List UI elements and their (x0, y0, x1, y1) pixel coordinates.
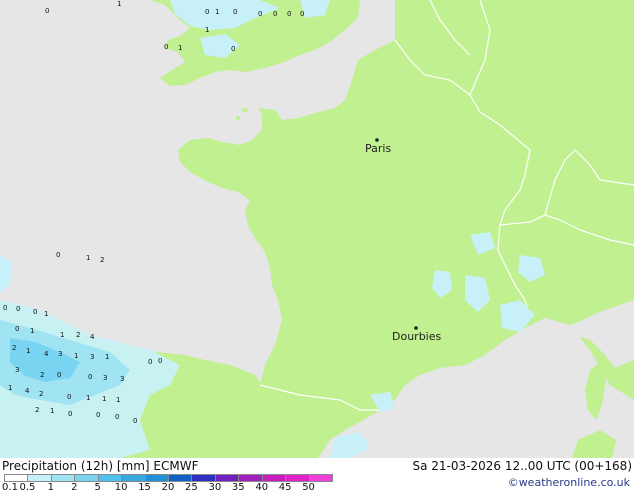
forecast-value: 1 (60, 331, 64, 339)
forecast-value: 4 (44, 350, 49, 358)
forecast-value: 1 (86, 254, 90, 262)
color-scale-swatch (261, 474, 287, 482)
forecast-value: 1 (44, 310, 48, 318)
forecast-value: 0 (287, 10, 291, 18)
forecast-value: 2 (12, 344, 16, 352)
forecast-value: 4 (25, 387, 30, 395)
color-scale-swatch (191, 474, 216, 482)
map-canvas: Paris Dourbies 010 1 0 0 0 0 010 1 01020 0 0 10 1 1 2 4… (0, 0, 634, 458)
color-scale-tick: 0.5 (19, 482, 36, 493)
forecast-value: 1 (215, 8, 219, 16)
legend-title: Precipitation (12h) [mm] ECMWF (2, 459, 199, 473)
color-scale-tick: 25 (185, 482, 198, 493)
color-scale-swatch (4, 474, 29, 482)
forecast-value: 2 (76, 331, 80, 339)
color-scale-swatch (50, 474, 76, 482)
forecast-value: 2 (40, 371, 44, 379)
forecast-value: 0 (233, 8, 237, 16)
color-scale-swatch (238, 474, 263, 482)
color-scale-swatch (285, 474, 310, 482)
forecast-value: 0 (133, 417, 137, 425)
forecast-value: 2 (35, 406, 39, 414)
forecast-value: 0 (164, 43, 168, 51)
color-scale-tick: 1 (47, 482, 55, 493)
forecast-value: 0 (258, 10, 262, 18)
forecast-value: 3 (120, 375, 124, 383)
color-scale-tick: 5 (94, 482, 101, 493)
forecast-value: 1 (74, 352, 78, 360)
forecast-value: 0 (45, 7, 49, 15)
forecast-value: 1 (86, 394, 90, 402)
forecast-value: 0 (158, 357, 162, 365)
forecast-value: 1 (116, 396, 120, 404)
forecast-value: 0 (115, 413, 119, 421)
forecast-value: 1 (30, 327, 34, 335)
svg-text:Paris: Paris (365, 142, 391, 155)
color-scale-swatch (144, 474, 169, 482)
forecast-value: 0 (16, 305, 20, 313)
precipitation-map: Paris Dourbies 0101000001010102000101124… (0, 0, 634, 458)
forecast-value: 0 (68, 410, 72, 418)
forecast-value: 3 (15, 366, 19, 374)
forecast-value: 1 (26, 347, 30, 355)
forecast-value: 1 (105, 353, 109, 361)
forecast-value: 1 (8, 384, 12, 392)
color-scale-swatch (214, 474, 240, 482)
color-scale-swatch (121, 474, 146, 482)
forecast-value: 0 (148, 358, 152, 366)
forecast-value: 1 (50, 407, 54, 415)
forecast-value: 0 (88, 373, 92, 381)
color-scale-tick: 10 (114, 482, 128, 493)
forecast-timestamp: Sa 21-03-2026 12..00 UTC (00+168) (412, 459, 632, 473)
color-scale (4, 474, 333, 482)
forecast-value: 0 (205, 8, 209, 16)
forecast-value: 0 (33, 308, 37, 316)
color-scale-tick: 40 (255, 482, 269, 493)
color-scale-swatch (27, 474, 52, 482)
forecast-value: 1 (178, 44, 182, 52)
color-scale-swatch (97, 474, 123, 482)
color-scale-tick: 50 (302, 482, 315, 493)
forecast-value: 3 (90, 353, 94, 361)
forecast-value: 4 (90, 333, 95, 341)
svg-text:Dourbies: Dourbies (392, 330, 442, 343)
forecast-value: 0 (231, 45, 235, 53)
color-scale-swatch (74, 474, 99, 482)
forecast-value: 2 (100, 256, 104, 264)
forecast-value: 0 (3, 304, 7, 312)
forecast-value: 0 (57, 371, 61, 379)
color-scale-tick: 45 (278, 482, 292, 493)
forecast-value: 0 (273, 10, 277, 18)
forecast-value: 0 (15, 325, 19, 333)
forecast-value: 0 (67, 393, 71, 401)
forecast-value: 1 (102, 395, 106, 403)
color-scale-tick: 20 (161, 482, 175, 493)
forecast-value: 0 (96, 411, 100, 419)
credit-link[interactable]: ©weatheronline.co.uk (508, 476, 630, 489)
color-scale-swatch (168, 474, 193, 482)
legend-bar: Precipitation (12h) [mm] ECMWF Sa 21-03-… (0, 458, 634, 493)
color-scale-swatch (308, 474, 333, 482)
forecast-value: 3 (103, 374, 107, 382)
forecast-value: 3 (58, 350, 62, 358)
forecast-value: 2 (39, 390, 43, 398)
forecast-value: 0 (300, 10, 304, 18)
color-scale-tick: 35 (231, 482, 245, 493)
forecast-value: 0 (56, 251, 60, 259)
color-scale-tick: 0.1 (2, 482, 18, 493)
color-scale-tick: 15 (138, 482, 151, 493)
forecast-value: 1 (117, 0, 121, 8)
color-scale-tick: 30 (208, 482, 222, 493)
forecast-value: 1 (205, 26, 209, 34)
color-scale-tick: 2 (71, 482, 78, 493)
